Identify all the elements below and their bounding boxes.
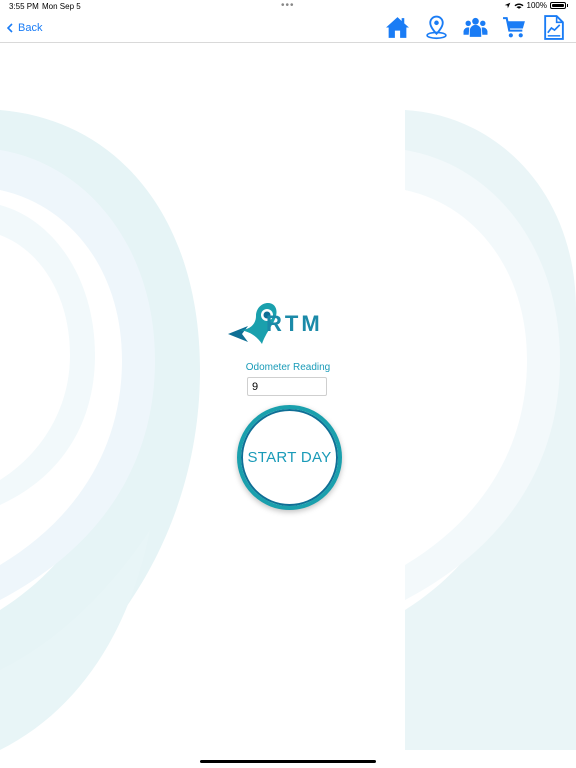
battery-percent: 100% — [526, 1, 547, 10]
status-date: Mon Sep 5 — [42, 2, 81, 11]
status-right: 100% — [504, 1, 568, 10]
cart-icon[interactable] — [502, 15, 527, 40]
multitasking-dots[interactable]: ••• — [281, 0, 295, 11]
home-icon[interactable] — [385, 15, 410, 40]
battery-icon — [550, 2, 566, 9]
location-pin-icon[interactable] — [424, 15, 449, 40]
group-icon[interactable] — [463, 15, 488, 40]
start-day-button[interactable]: START DAY — [237, 405, 342, 510]
status-bar: 3:55 PM Mon Sep 5 ••• 100% — [0, 0, 576, 14]
logo-text: RTM — [266, 311, 323, 336]
navigation-bar: Back — [0, 14, 576, 43]
status-time: 3:55 PM — [9, 2, 39, 11]
battery-tip — [567, 4, 568, 7]
wifi-icon — [514, 2, 524, 9]
odometer-label: Odometer Reading — [245, 362, 331, 373]
back-label: Back — [18, 22, 43, 34]
back-button[interactable]: Back — [7, 20, 42, 36]
location-arrow-icon — [504, 2, 510, 9]
odometer-input[interactable] — [247, 377, 327, 396]
background-swirl-left — [0, 110, 200, 750]
report-icon[interactable] — [541, 15, 566, 40]
chevron-left-icon — [7, 23, 13, 33]
nav-icon-group — [385, 15, 566, 40]
home-indicator[interactable] — [200, 760, 376, 763]
background-swirl-right — [405, 110, 576, 750]
start-day-label: START DAY — [247, 449, 332, 466]
